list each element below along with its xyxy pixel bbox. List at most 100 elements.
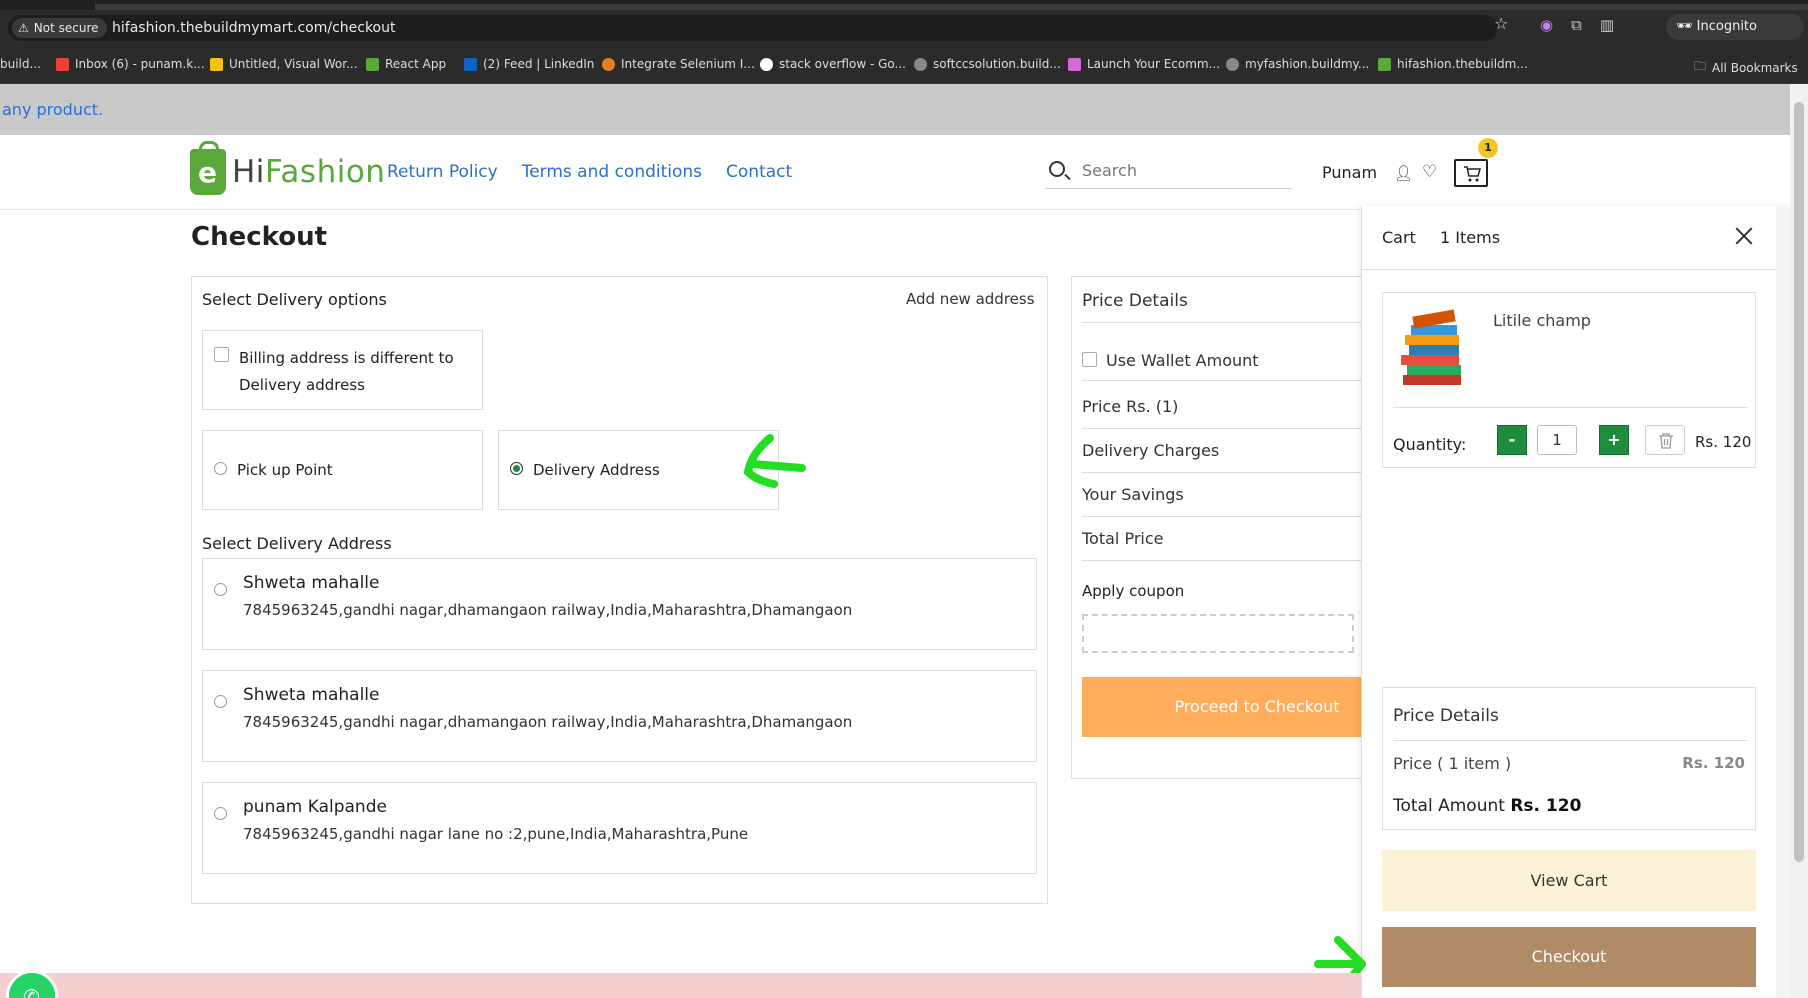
annotation-arrow-left-icon [743,434,806,488]
proceed-to-checkout-button[interactable]: Proceed to Checkout [1082,677,1362,737]
billing-checkbox-label: Billing address is different to Delivery… [239,349,454,394]
cart-item: Litile champ Quantity: - 1 + Rs. 120 [1382,292,1756,468]
bookmark-item[interactable]: build... [0,57,41,71]
cart-button[interactable] [1454,159,1488,187]
logo-wordmark: HiFashion [232,154,386,190]
delivery-options-title: Select Delivery options [202,290,387,309]
bookmark-item[interactable]: myfashion.buildmy... [1226,57,1369,71]
bookmark-item[interactable]: React App [366,57,446,71]
user-icon[interactable]: 👤︎ [1394,164,1413,182]
pickup-radio[interactable] [214,462,227,475]
url-text[interactable]: hifashion.thebuildmymart.com/checkout [112,19,396,37]
announcement-bar: any product. [0,84,1790,135]
delivery-charges-row: Delivery Charges [1082,441,1220,460]
bookmark-star-icon[interactable]: ☆ [1494,14,1508,33]
divider [1393,407,1747,408]
address-radio[interactable] [214,695,227,708]
omnibox[interactable]: ⚠ Not secure hifashion.thebuildmymart.co… [8,15,1498,41]
bookmark-item[interactable]: Inbox (6) - punam.k... [56,57,205,71]
all-bookmarks[interactable]: 🗀 All Bookmarks [1694,57,1798,78]
delivery-address-radio[interactable] [510,462,523,475]
divider [1082,322,1362,323]
bookmark-item[interactable]: hifashion.thebuildm... [1378,57,1528,71]
price-row: Price Rs. (1) [1082,397,1179,416]
price-details-panel: Price Details Use Wallet Amount Price Rs… [1071,276,1362,779]
nav-contact[interactable]: Contact [726,162,792,182]
bookmark-item[interactable]: Untitled, Visual Wor... [210,57,358,71]
miro-icon [210,57,223,71]
view-cart-button[interactable]: View Cart [1382,850,1756,911]
coupon-input[interactable] [1082,614,1354,653]
security-chip[interactable]: ⚠ Not secure [12,18,107,38]
incognito-label: Incognito [1696,19,1757,34]
cart-drawer-header: Cart 1 Items [1362,206,1776,270]
puzzle-icon[interactable]: ⧉ [1571,16,1582,34]
site-logo[interactable]: e HiFashion [190,141,386,195]
cart-count-badge: 1 [1478,138,1498,158]
billing-option[interactable]: Billing address is different to Delivery… [202,330,483,410]
sidepanel-icon[interactable]: ▥ [1600,16,1614,34]
color-extension-icon[interactable]: ◉ [1540,16,1553,34]
remove-item-button[interactable] [1645,425,1685,455]
wishlist-heart-icon[interactable]: ♡ [1422,162,1437,182]
savings-row: Your Savings [1082,485,1184,504]
wallet-checkbox[interactable] [1082,352,1097,367]
main-nav: Return Policy Terms and conditions Conta… [387,162,792,182]
address-card[interactable]: Shweta mahalle 7845963245,gandhi nagar,d… [202,558,1037,650]
page-scrollbar[interactable] [1790,84,1808,998]
user-name[interactable]: Punam [1322,163,1377,182]
divider [1082,560,1362,561]
quantity-increase-button[interactable]: + [1599,425,1629,455]
folder-icon: 🗀 [1694,59,1707,73]
google-icon [760,57,773,71]
quantity-decrease-button[interactable]: - [1497,425,1527,455]
pickup-option[interactable]: Pick up Point [202,430,483,510]
cart-item-name[interactable]: Litile champ [1493,311,1591,330]
address-card[interactable]: Shweta mahalle 7845963245,gandhi nagar,d… [202,670,1037,762]
billing-checkbox[interactable] [214,347,229,362]
address-radio[interactable] [214,807,227,820]
search-input[interactable] [1082,157,1282,183]
address-name: punam Kalpande [243,797,387,817]
bookmarks-bar: build... Inbox (6) - punam.k... Untitled… [0,46,1808,84]
cart-price-label: Price ( 1 item ) [1393,754,1512,773]
footer-strip [0,973,1361,998]
address-radio[interactable] [214,583,227,596]
gmail-icon [56,57,69,71]
browser-tab-strip [0,0,1808,10]
nav-return-policy[interactable]: Return Policy [387,162,498,182]
cart-price-value: Rs. 120 [1682,754,1745,772]
divider [1393,740,1747,741]
leaf-icon [366,57,379,71]
address-line: 7845963245,gandhi nagar,dhamangaon railw… [243,713,853,731]
scrollbar-thumb[interactable] [1794,102,1804,862]
close-icon[interactable] [1732,224,1756,248]
divider [1082,428,1362,429]
checkout-button[interactable]: Checkout [1382,927,1756,987]
drawer-scrollbar[interactable] [1776,206,1791,998]
address-card[interactable]: punam Kalpande 7845963245,gandhi nagar l… [202,782,1037,874]
shop-icon [1068,57,1081,71]
nav-terms[interactable]: Terms and conditions [522,162,702,182]
bookmark-item[interactable]: Integrate Selenium I... [602,57,755,71]
divider [1082,380,1362,381]
page-title: Checkout [191,222,328,252]
bookmark-item[interactable]: (2) Feed | LinkedIn [464,57,594,71]
incognito-icon: 🕶 [1676,19,1693,34]
announcement-text[interactable]: any product. [2,100,103,119]
address-line: 7845963245,gandhi nagar,dhamangaon railw… [243,601,853,619]
search-icon[interactable] [1049,161,1065,177]
bookmark-item[interactable]: Launch Your Ecomm... [1068,57,1220,71]
bookmark-item[interactable]: softccsolution.build... [914,57,1061,71]
add-new-address-link[interactable]: Add new address [906,290,1035,308]
total-price-row: Total Price [1082,529,1164,548]
cart-drawer-title: Cart [1382,228,1416,247]
quantity-input[interactable]: 1 [1537,425,1577,455]
bookmark-item[interactable]: stack overflow - Go... [760,57,906,71]
incognito-chip[interactable]: 🕶 Incognito [1666,14,1804,40]
delivery-address-option[interactable]: Delivery Address [498,430,779,510]
browser-toolbar: ⚠ Not secure hifashion.thebuildmymart.co… [0,10,1808,46]
globe-icon [1226,57,1239,71]
divider [1082,516,1362,517]
address-line: 7845963245,gandhi nagar lane no :2,pune,… [243,825,749,843]
